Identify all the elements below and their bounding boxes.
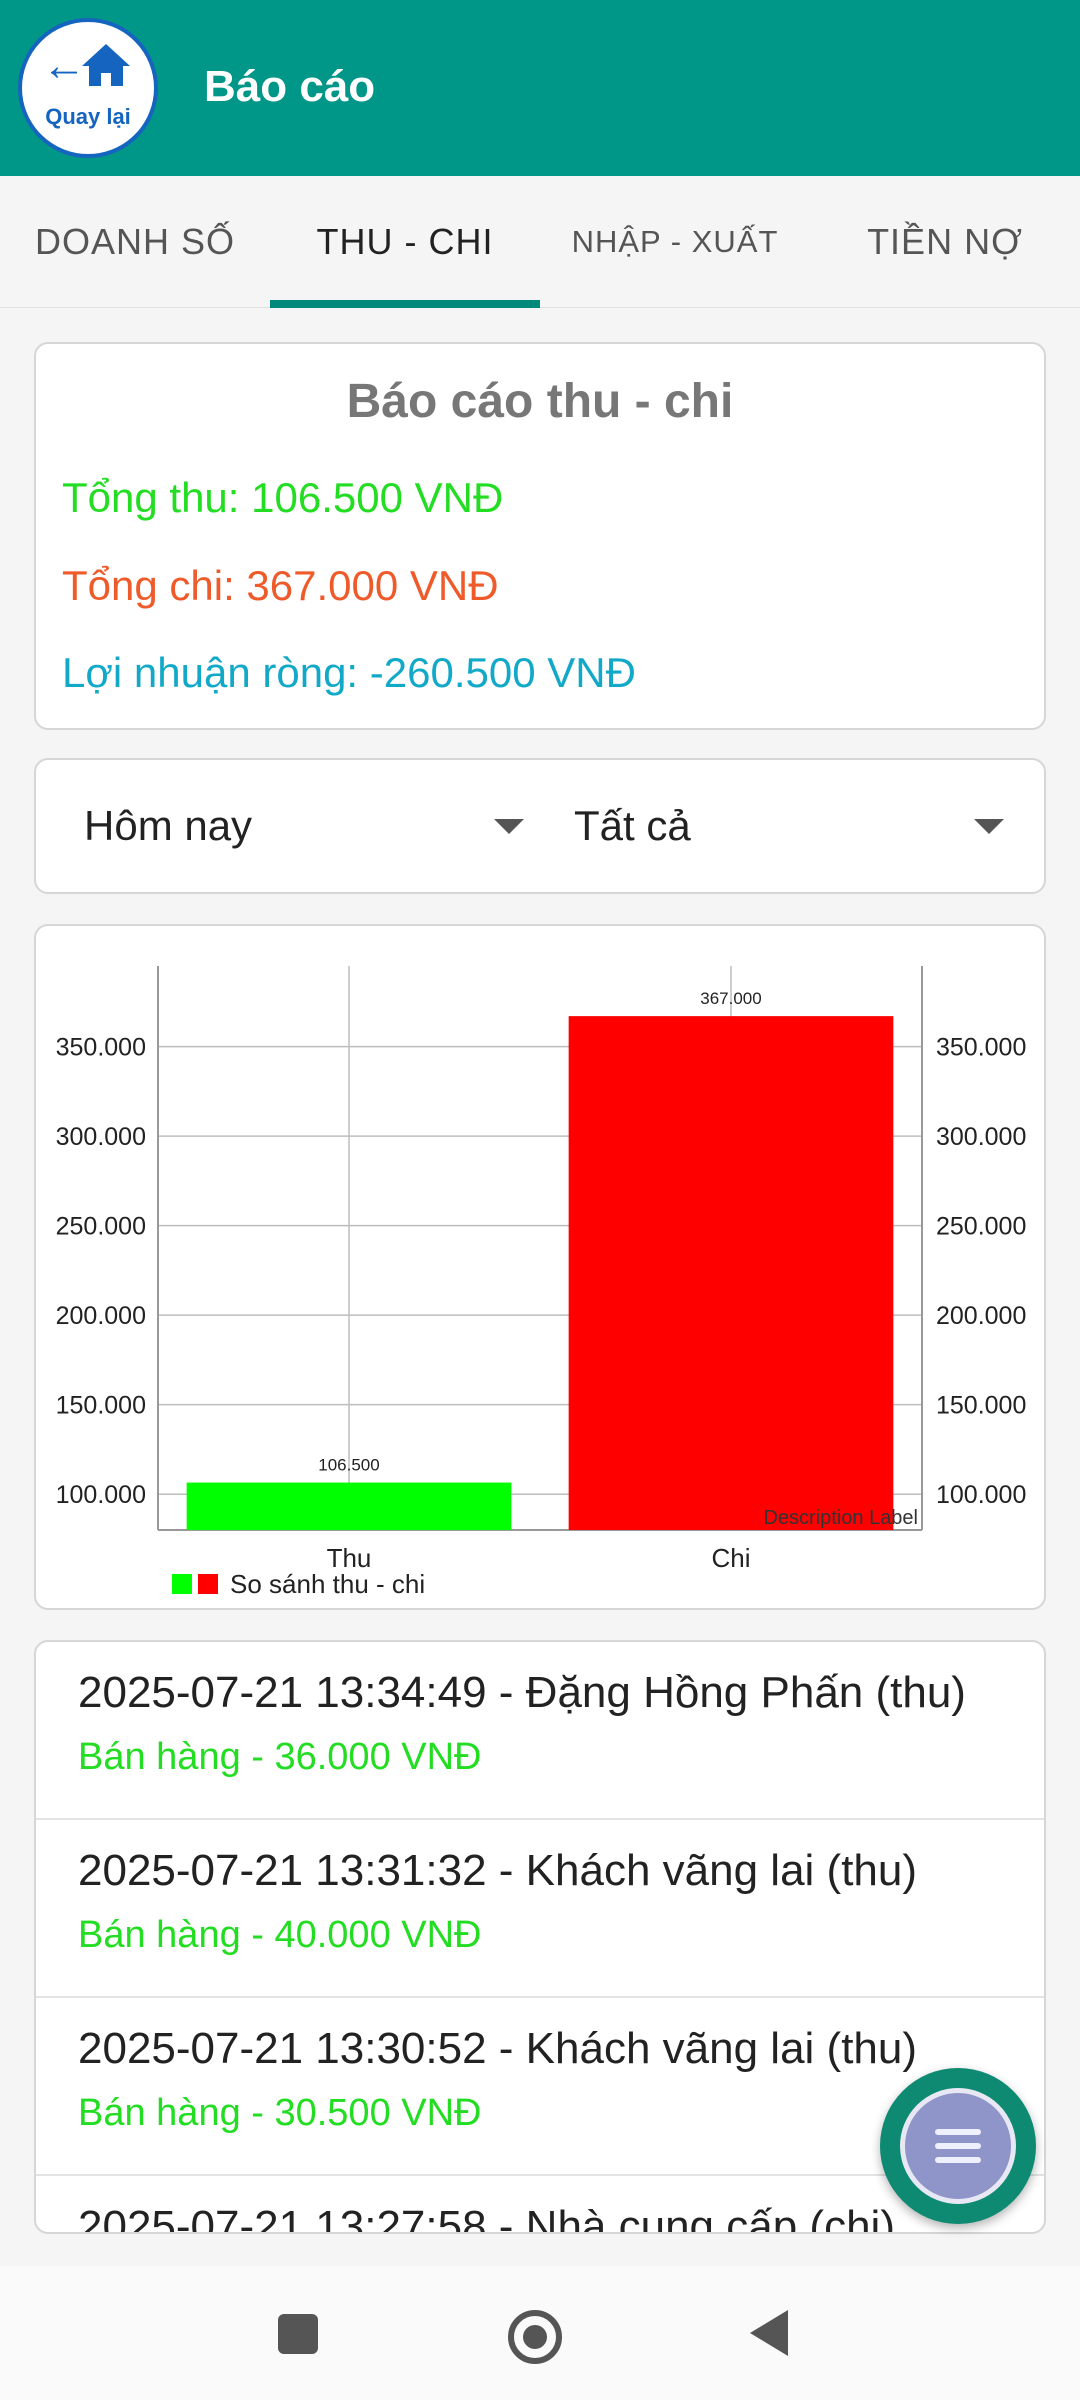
type-select[interactable]: Tất cả — [574, 760, 1014, 892]
legend-swatch-thu — [172, 1574, 192, 1594]
transaction-title: 2025-07-21 13:34:49 - Đặng Hồng Phấn (th… — [78, 1668, 966, 1717]
y-tick-label-right: 250.000 — [936, 1213, 1026, 1241]
transaction-title: 2025-07-21 13:31:32 - Khách vãng lai (th… — [78, 1846, 918, 1895]
app-bar: ← Quay lại Báo cáo — [0, 0, 1080, 176]
list-item[interactable]: 2025-07-21 13:31:32 - Khách vãng lai (th… — [36, 1820, 1044, 1998]
transaction-title: 2025-07-21 13:27:58 - Nhà cung cấp (chi) — [78, 2202, 895, 2234]
summary-card: Báo cáo thu - chi Tổng thu: 106.500 VNĐ … — [34, 342, 1046, 730]
nav-home-icon[interactable] — [508, 2310, 562, 2364]
tab-tien-no[interactable]: TIỀN NỢ — [810, 176, 1080, 308]
list-item[interactable]: 2025-07-21 13:34:49 - Đặng Hồng Phấn (th… — [36, 1642, 1044, 1820]
tab-nhap-xuat[interactable]: NHẬP - XUẤT — [540, 176, 810, 308]
report-tabs: DOANH SỐ THU - CHI NHẬP - XUẤT TIỀN NỢ — [0, 176, 1080, 308]
transaction-detail: Bán hàng - 30.500 VNĐ — [78, 2092, 482, 2134]
active-tab-indicator — [270, 300, 540, 308]
y-tick-label-right: 200.000 — [936, 1302, 1026, 1330]
filter-card: Hôm nay Tất cả — [34, 758, 1046, 894]
tab-thu-chi[interactable]: THU - CHI — [270, 176, 540, 308]
legend-label: So sánh thu - chi — [230, 1569, 425, 1599]
menu-icon — [900, 2088, 1016, 2204]
y-tick-label-right: 150.000 — [936, 1392, 1026, 1420]
y-tick-label-right: 300.000 — [936, 1123, 1026, 1151]
legend-swatch-chi — [198, 1574, 218, 1594]
chart-description-label: Description Label — [763, 1507, 918, 1529]
home-icon — [82, 44, 130, 86]
y-tick-label-left: 300.000 — [56, 1123, 146, 1151]
system-nav-bar — [0, 2266, 1080, 2400]
net-profit: Lợi nhuận ròng: -260.500 VNĐ — [62, 649, 636, 696]
period-select-value: Hôm nay — [84, 802, 253, 849]
y-tick-label-left: 150.000 — [56, 1392, 146, 1420]
total-expense: Tổng chi: 367.000 VNĐ — [62, 562, 499, 609]
nav-back-icon[interactable] — [750, 2310, 788, 2356]
y-tick-label-left: 200.000 — [56, 1302, 146, 1330]
x-tick-label: Chi — [711, 1543, 750, 1573]
y-tick-label-left: 250.000 — [56, 1213, 146, 1241]
y-tick-label-left: 350.000 — [56, 1034, 146, 1062]
bar-chi — [568, 1016, 894, 1530]
total-income: Tổng thu: 106.500 VNĐ — [62, 474, 504, 521]
summary-title: Báo cáo thu - chi — [346, 375, 734, 428]
page-title: Báo cáo — [204, 62, 376, 111]
transaction-title: 2025-07-21 13:30:52 - Khách vãng lai (th… — [78, 2024, 918, 2073]
period-select[interactable]: Hôm nay — [84, 760, 524, 892]
bar-value-label: 367.000 — [700, 989, 761, 1008]
income-expense-chart: 100.000 100.000 150.000 150.000 200.000 200.0… — [56, 966, 1026, 1599]
transaction-detail: Bán hàng - 36.000 VNĐ — [78, 1736, 482, 1778]
y-tick-label-right: 100.000 — [936, 1481, 1026, 1509]
transaction-detail: Bán hàng - 40.000 VNĐ — [78, 1914, 482, 1956]
y-tick-label-left: 100.000 — [56, 1481, 146, 1509]
nav-recents-icon[interactable] — [278, 2314, 318, 2354]
bar-thu — [186, 1482, 512, 1530]
menu-fab-button[interactable] — [880, 2068, 1036, 2224]
chart-card: 100.000 100.000 150.000 150.000 200.000 200.0… — [34, 924, 1046, 1610]
bar-value-label: 106.500 — [318, 1456, 379, 1475]
y-tick-label-right: 350.000 — [936, 1034, 1026, 1062]
dropdown-caret-icon — [974, 819, 1004, 834]
type-select-value: Tất cả — [574, 802, 691, 849]
back-home-button[interactable]: ← Quay lại — [18, 18, 158, 158]
tab-doanh-so[interactable]: DOANH SỐ — [0, 176, 270, 308]
dropdown-caret-icon — [494, 819, 524, 834]
back-label: Quay lại — [45, 104, 131, 129]
